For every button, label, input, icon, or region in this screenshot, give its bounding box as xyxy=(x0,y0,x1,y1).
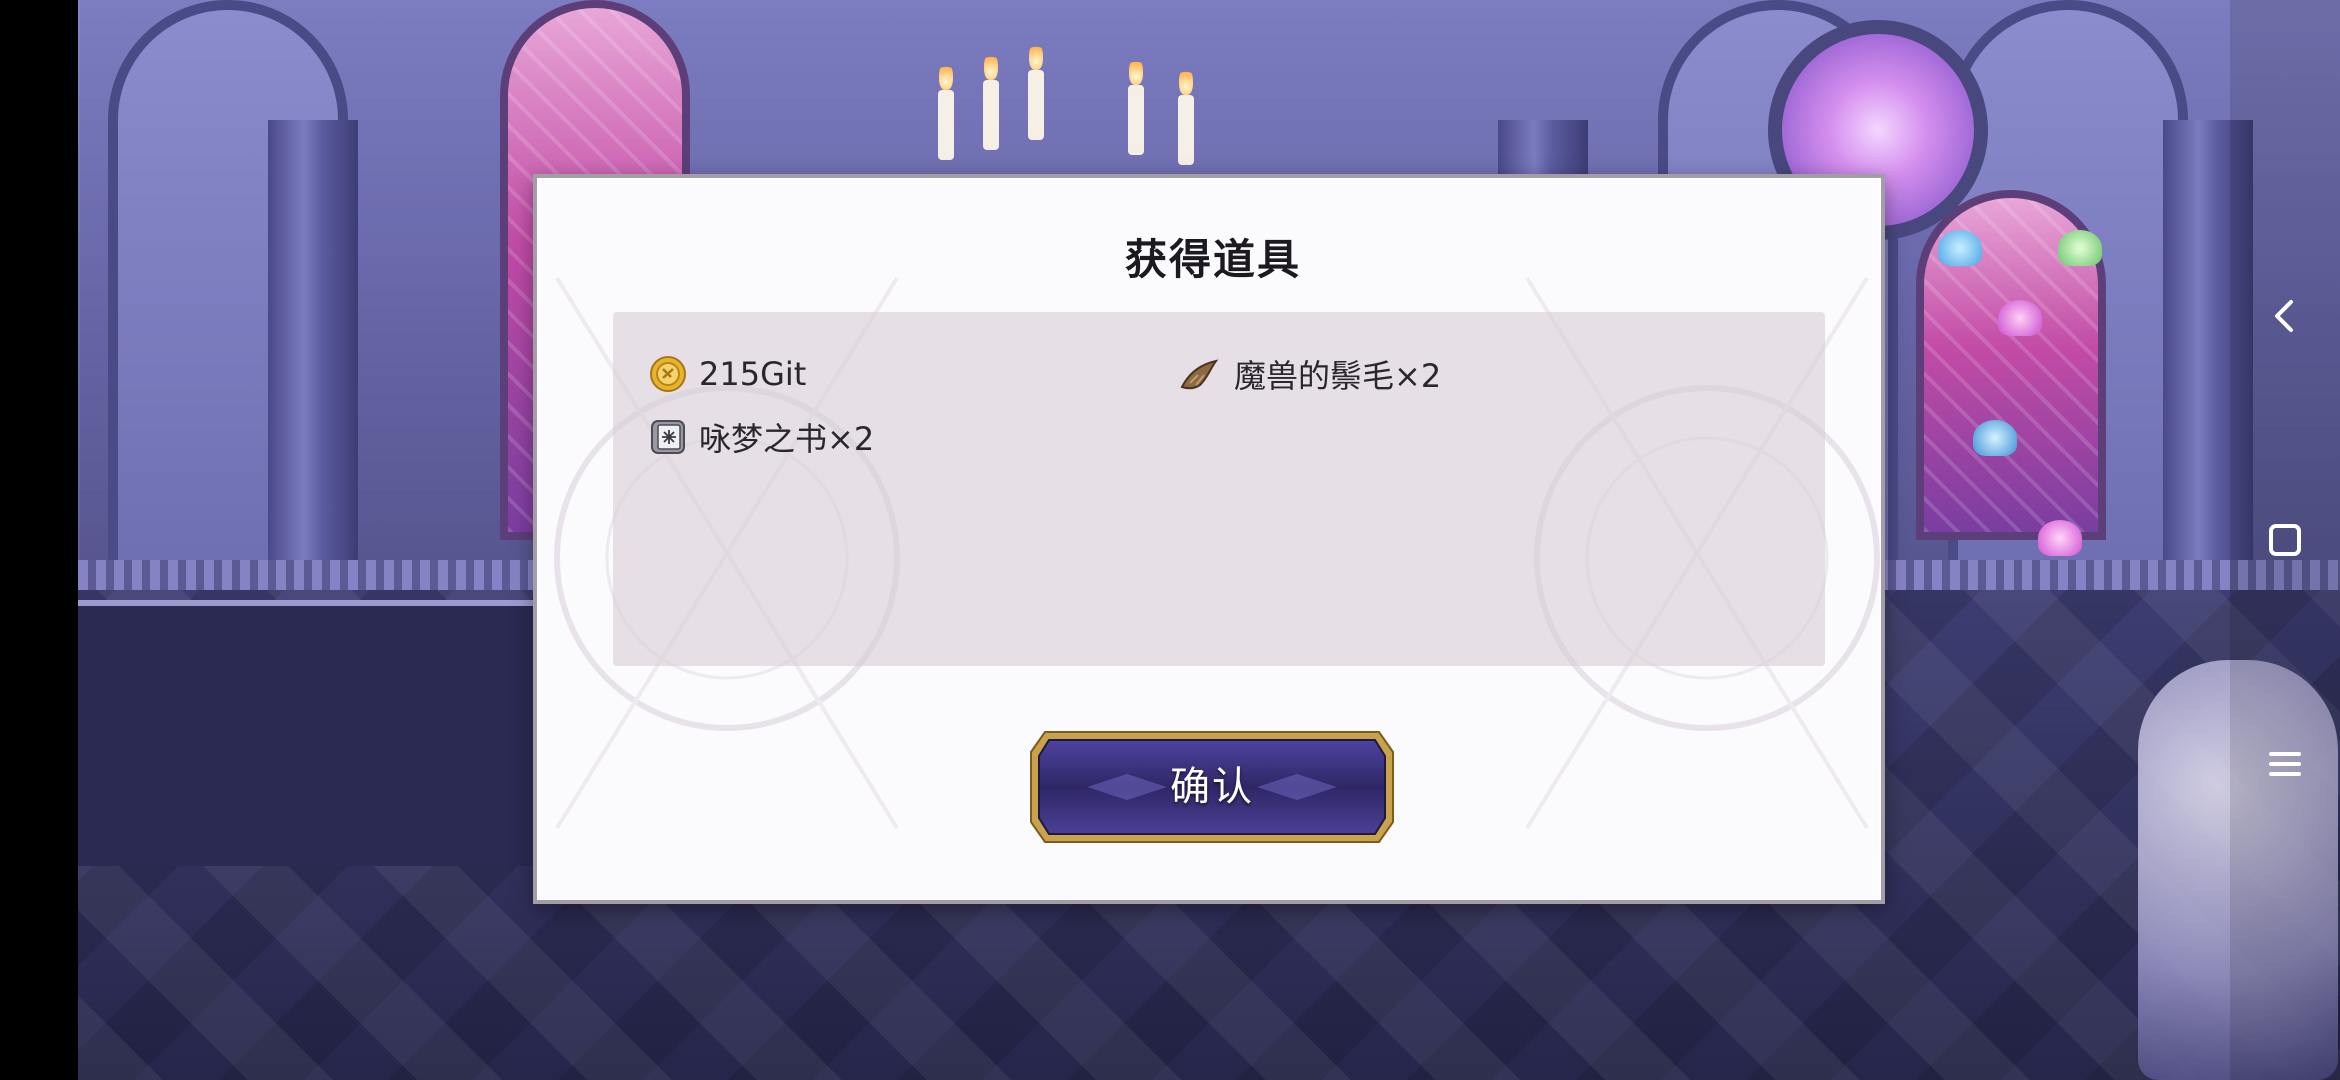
system-nav-bar xyxy=(2230,0,2340,1080)
hanging-lantern xyxy=(2038,520,2082,556)
back-button[interactable] xyxy=(2255,286,2315,346)
home-button[interactable] xyxy=(2255,510,2315,570)
reward-label: 215Git xyxy=(699,355,807,393)
item-obtained-dialog: 获得道具 215Git 魔兽的鬃毛×2 咏梦之书×2 确认 xyxy=(533,174,1885,904)
hanging-lantern xyxy=(1973,420,2017,456)
menu-button[interactable] xyxy=(2255,734,2315,794)
reward-item: 咏梦之书×2 xyxy=(649,413,874,461)
spell-book-icon xyxy=(651,420,685,454)
candle xyxy=(938,62,954,160)
game-screen: 获得道具 215Git 魔兽的鬃毛×2 咏梦之书×2 确认 xyxy=(0,0,2340,1080)
hanging-lantern xyxy=(1998,300,2042,336)
confirm-label: 确认 xyxy=(1170,764,1254,810)
reward-label: 咏梦之书×2 xyxy=(699,420,875,458)
hamburger-menu-icon xyxy=(2269,752,2301,776)
reward-item: 魔兽的鬃毛×2 xyxy=(1178,350,1441,398)
hanging-lantern xyxy=(2058,230,2102,266)
dialog-title: 获得道具 xyxy=(1124,235,1301,284)
beast-horn-icon xyxy=(1180,359,1219,390)
reward-list-panel: 215Git 魔兽的鬃毛×2 咏梦之书×2 xyxy=(613,312,1825,666)
left-screen-border xyxy=(0,0,78,1080)
candle xyxy=(1028,42,1044,140)
reward-item: 215Git xyxy=(649,350,806,398)
candle xyxy=(983,52,999,150)
candle xyxy=(1128,57,1144,155)
confirm-button[interactable]: 确认 xyxy=(1027,728,1397,846)
reward-label: 魔兽的鬃毛×2 xyxy=(1234,357,1442,395)
gold-coin-icon xyxy=(650,356,686,392)
candle xyxy=(1178,67,1194,165)
square-home-icon xyxy=(2269,524,2301,556)
stone-column xyxy=(268,120,358,580)
back-arrow-icon xyxy=(2275,300,2293,332)
hanging-lantern xyxy=(1938,230,1982,266)
